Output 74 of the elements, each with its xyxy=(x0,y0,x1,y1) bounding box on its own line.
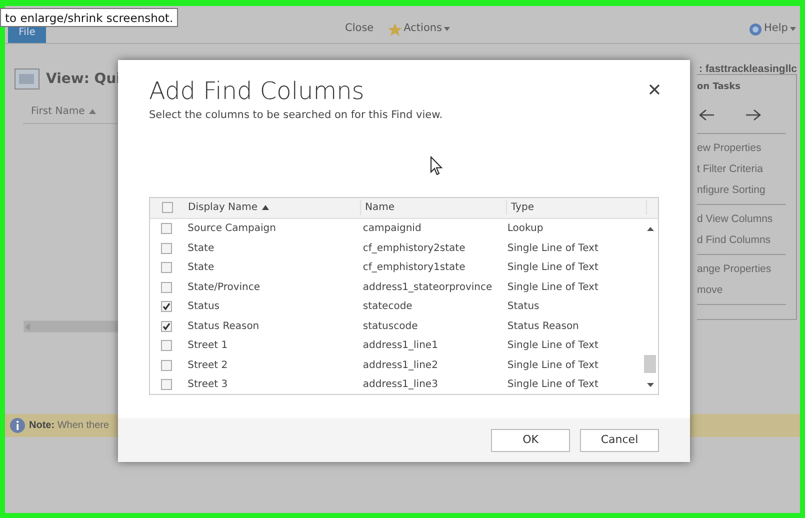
note-text: Note: When there xyxy=(29,419,110,433)
table-cell-text: Street 3 xyxy=(186,378,229,392)
mouse-cursor-icon xyxy=(430,156,443,176)
table-cell-text: Single Line of Text xyxy=(506,242,600,256)
panel-title: on Tasks xyxy=(697,81,742,94)
checkbox[interactable] xyxy=(161,360,172,370)
column-header[interactable]: Display Name xyxy=(184,200,361,216)
table-cell-text: Source Campaign xyxy=(186,222,277,236)
close-link[interactable]: Close xyxy=(345,21,374,37)
close-icon xyxy=(649,84,660,96)
checkbox[interactable] xyxy=(162,202,172,214)
task-link[interactable]: move xyxy=(697,280,786,300)
right-arrow-icon[interactable] xyxy=(745,108,761,120)
checkbox[interactable] xyxy=(161,262,172,273)
scroll-down-icon xyxy=(646,382,654,387)
table-cell-text: address1_line3 xyxy=(362,378,439,392)
sort-icon xyxy=(262,205,269,210)
table-cell-text: statuscode xyxy=(362,320,419,334)
info-icon xyxy=(10,418,25,433)
caret-icon xyxy=(790,27,796,32)
checkbox[interactable] xyxy=(161,340,172,351)
sort-icon xyxy=(88,108,96,114)
table-cell-text: Street 2 xyxy=(186,358,229,372)
actions-menu[interactable]: Actions xyxy=(388,21,450,37)
table-cell-text: Status xyxy=(186,300,221,314)
scrollbar-thumb[interactable] xyxy=(644,354,656,373)
ok-button[interactable]: OK xyxy=(491,428,570,452)
task-link[interactable]: d View Columns xyxy=(697,208,786,230)
table-cell-text: address1_line2 xyxy=(362,358,439,372)
checkbox[interactable] xyxy=(161,223,172,234)
column-header[interactable]: Type xyxy=(507,200,647,216)
table-cell-text: address1_line1 xyxy=(362,339,439,353)
help-menu[interactable]: Help xyxy=(749,21,796,37)
caret-icon xyxy=(444,27,450,32)
checkbox[interactable] xyxy=(161,379,172,390)
scroll-left-icon xyxy=(24,322,32,330)
cancel-button[interactable]: Cancel xyxy=(580,428,659,452)
table-cell-text: Status Reason xyxy=(186,320,260,334)
tooltip: to enlarge/shrink screenshot. xyxy=(0,8,178,27)
scroll-up-icon xyxy=(646,226,654,231)
task-link[interactable]: d Find Columns xyxy=(697,230,786,250)
table-cell-text: State xyxy=(186,261,216,275)
view-icon xyxy=(14,68,40,90)
table-cell-text: Status Reason xyxy=(506,320,580,334)
task-link[interactable]: ange Properties xyxy=(697,258,786,280)
table-cell-text: cf_emphistory2state xyxy=(362,242,466,256)
organization-name: : fasttrackleasingllc xyxy=(698,62,797,77)
table-cell-text: campaignid xyxy=(362,222,422,236)
table-cell-text: Status xyxy=(506,300,540,314)
task-link[interactable]: ew Properties xyxy=(697,138,786,158)
table-cell-text: cf_emphistory1state xyxy=(362,261,466,275)
column-header[interactable]: Name xyxy=(361,200,507,216)
task-link[interactable]: t Filter Criteria xyxy=(697,158,786,180)
table-cell-text: Single Line of Text xyxy=(506,339,600,353)
checkbox[interactable] xyxy=(161,242,172,254)
table-cell-text: Street 1 xyxy=(186,339,229,353)
task-link[interactable]: nfigure Sorting xyxy=(697,180,786,200)
table-cell-text: Single Line of Text xyxy=(506,280,600,294)
table-cell-text: State/Province xyxy=(186,280,262,294)
table-cell-text: Single Line of Text xyxy=(506,358,600,372)
table-cell-text: State xyxy=(186,242,216,256)
checkbox[interactable] xyxy=(161,301,172,312)
table-cell-text: Single Line of Text xyxy=(506,261,600,275)
dialog-subtitle: Select the columns to be searched on for this Find view. xyxy=(149,108,444,123)
checkbox[interactable] xyxy=(161,282,172,292)
table-cell-text: Lookup xyxy=(506,222,544,236)
dialog-title: Add Find Columns xyxy=(149,76,364,107)
help-icon xyxy=(749,22,762,36)
checkbox[interactable] xyxy=(161,320,172,332)
left-arrow-icon[interactable] xyxy=(699,108,715,120)
table-cell-text: Single Line of Text xyxy=(506,378,600,392)
table-cell-text: address1_stateorprovince xyxy=(362,280,494,294)
star-icon xyxy=(388,22,402,36)
table-cell-text: statecode xyxy=(362,300,414,314)
